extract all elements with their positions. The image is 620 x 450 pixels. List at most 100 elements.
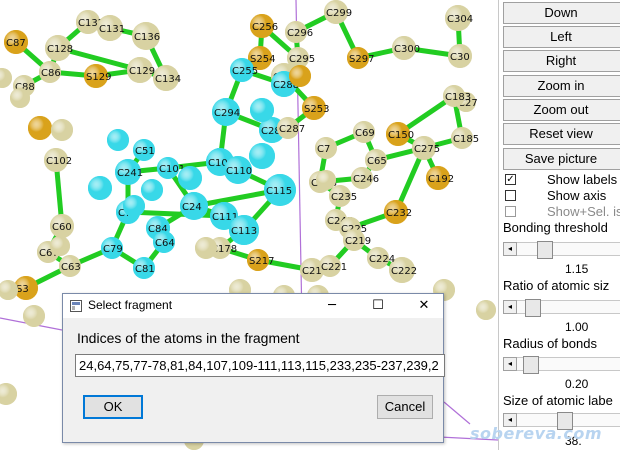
radius-of-bonds-value: 0.20 xyxy=(565,377,589,391)
carbon-atom: C131 xyxy=(97,15,125,41)
atom-label: S254 xyxy=(250,54,275,65)
carbon-atom xyxy=(50,236,70,256)
fragment-atom xyxy=(123,195,145,217)
ratio-atomic-size-value: 1.00 xyxy=(565,320,589,334)
atom-label: C102 xyxy=(46,156,72,167)
bonding-threshold-label: Bonding threshold xyxy=(503,220,608,235)
atom-highlight xyxy=(249,143,275,169)
atom-label: C235 xyxy=(331,192,357,203)
checkbox-box xyxy=(505,206,516,217)
atom-label: C219 xyxy=(345,236,371,247)
carbon-atom: C185 xyxy=(451,127,479,149)
zoom-out-button[interactable]: Zoom out xyxy=(503,99,620,121)
sulfur-atom: C192 xyxy=(426,166,454,190)
fragment-atom: C113 xyxy=(229,215,259,245)
slider-thumb[interactable] xyxy=(523,356,539,374)
atom-label: C185 xyxy=(453,134,479,145)
bonding-threshold-value: 1.15 xyxy=(565,262,589,276)
ratio-atomic-size-slider[interactable]: ◂ xyxy=(503,299,620,317)
radius-of-bonds-slider[interactable]: ◂ xyxy=(503,356,620,374)
slider-left-arrow-icon[interactable]: ◂ xyxy=(503,242,517,256)
atom-highlight xyxy=(195,237,217,259)
right-button[interactable]: Right xyxy=(503,50,620,72)
checkbox-label: Show labels xyxy=(547,172,618,187)
checkbox-box[interactable]: ✓ xyxy=(505,174,516,185)
slider-thumb[interactable] xyxy=(525,299,541,317)
cancel-button[interactable]: Cancel xyxy=(377,395,433,419)
fragment-atom: C241 xyxy=(115,159,143,185)
close-icon[interactable]: ✕ xyxy=(401,294,447,318)
fragment-atom xyxy=(88,176,112,200)
atom-label: C255 xyxy=(232,66,258,77)
ratio-atomic-size-label: Ratio of atomic siz xyxy=(503,278,610,293)
checkbox-box[interactable] xyxy=(505,190,516,201)
carbon-atom: C300 xyxy=(392,36,420,60)
slider-track[interactable] xyxy=(517,356,620,374)
bonding-threshold-slider[interactable]: ◂ xyxy=(503,241,620,259)
atom-label: C87 xyxy=(6,38,26,49)
dialog-titlebar[interactable]: Select fragment ─ ☐ ✕ xyxy=(63,294,443,318)
carbon-atom: C299 xyxy=(324,0,352,24)
reset-view-button[interactable]: Reset view xyxy=(503,123,620,145)
sulfur-atom: S297 xyxy=(347,47,374,69)
atom-label: C64 xyxy=(155,238,175,249)
left-button[interactable]: Left xyxy=(503,26,620,48)
slider-track[interactable] xyxy=(517,299,620,317)
atom-highlight xyxy=(10,88,30,108)
carbon-atom: C129 xyxy=(127,57,155,83)
atom-label: C7 xyxy=(317,144,330,155)
atom-label: C63 xyxy=(61,262,81,273)
atom-label: C300 xyxy=(394,44,420,55)
size-atomic-labels-label: Size of atomic labe xyxy=(503,393,613,408)
down-button[interactable]: Down xyxy=(503,2,620,24)
atom-label: C129 xyxy=(129,66,155,77)
atom-label: C183 xyxy=(445,92,471,103)
atom-label: C113 xyxy=(231,226,257,237)
carbon-atom: C304 xyxy=(445,5,473,31)
atom-label: C246 xyxy=(353,174,379,185)
ok-button[interactable]: OK xyxy=(83,395,143,419)
carbon-atom xyxy=(51,119,73,141)
sulfur-atom xyxy=(289,65,311,87)
atom-label: S297 xyxy=(349,54,374,65)
maximize-icon[interactable]: ☐ xyxy=(355,294,401,318)
slider-left-arrow-icon[interactable]: ◂ xyxy=(503,357,517,371)
slider-track[interactable] xyxy=(517,241,620,259)
atom-label: C241 xyxy=(117,168,143,179)
atom-label: C295 xyxy=(289,54,315,65)
atom-highlight xyxy=(316,170,336,190)
atom-label: C131 xyxy=(99,24,125,35)
slider-left-arrow-icon[interactable]: ◂ xyxy=(503,300,517,314)
atom-label: C287 xyxy=(279,124,305,135)
carbon-atom: C136 xyxy=(132,22,160,50)
atom-label: S253 xyxy=(304,104,329,115)
atom-label: C115 xyxy=(266,186,292,197)
carbon-atom: C60 xyxy=(50,214,74,238)
atom-highlight xyxy=(88,176,112,200)
carbon-atom: C102 xyxy=(44,148,72,172)
atom-label: C30 xyxy=(450,52,470,63)
carbon-atom xyxy=(195,237,217,259)
atom-label: C134 xyxy=(155,74,181,85)
select-fragment-dialog: Select fragment ─ ☐ ✕ Indices of the ato… xyxy=(62,293,445,443)
atom-highlight xyxy=(107,129,129,151)
fragment-indices-input[interactable] xyxy=(75,354,445,377)
slider-thumb[interactable] xyxy=(537,241,553,259)
atom-label: C256 xyxy=(252,22,278,33)
atom-highlight xyxy=(141,179,163,201)
carbon-atom: C63 xyxy=(59,255,81,277)
sulfur-atom: S217 xyxy=(247,249,274,271)
save-picture-button[interactable]: Save picture xyxy=(503,148,620,170)
carbon-atom xyxy=(10,88,30,108)
radius-of-bonds-label: Radius of bonds xyxy=(503,336,597,351)
zoom-in-button[interactable]: Zoom in xyxy=(503,75,620,97)
atom-highlight xyxy=(250,98,274,122)
checkbox-label: Show+Sel. isosu xyxy=(547,204,620,219)
carbon-atom xyxy=(476,300,496,320)
atom-label: C51 xyxy=(135,146,155,157)
fragment-atom: C81 xyxy=(133,257,155,279)
fragment-atom xyxy=(250,98,274,122)
minimize-icon[interactable]: ─ xyxy=(309,294,355,318)
atom-label: S217 xyxy=(249,256,274,267)
fragment-atom: C24 xyxy=(180,192,208,220)
